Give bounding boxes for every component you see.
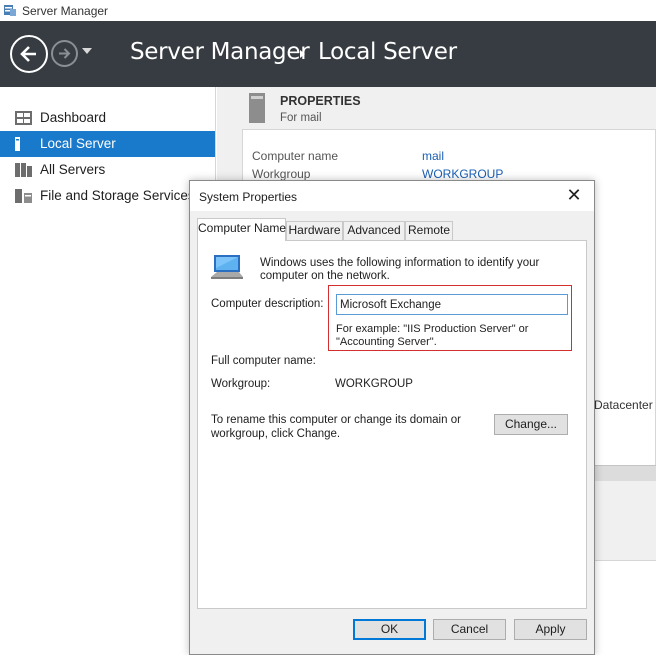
property-label: Computer name (252, 149, 339, 163)
sidebar-item-label: Dashboard (40, 110, 107, 125)
property-label: Workgroup (252, 167, 311, 181)
arrow-right-icon (59, 48, 71, 59)
workgroup-value: WORKGROUP (335, 378, 413, 390)
window-title: Server Manager (22, 4, 109, 18)
computer-description-input[interactable] (336, 294, 568, 315)
breadcrumb-server-manager[interactable]: Server Manager (130, 39, 310, 65)
lower-panel (594, 560, 656, 655)
sidebar-item-all-servers[interactable]: All Servers (0, 157, 215, 183)
sidebar-item-label: Local Server (40, 136, 116, 151)
full-computer-name-label: Full computer name: (211, 355, 316, 367)
sidebar-item-local-server[interactable]: Local Server (0, 131, 215, 157)
sidebar-item-dashboard[interactable]: Dashboard (0, 105, 215, 131)
section-divider (592, 465, 656, 481)
server-manager-icon (4, 5, 16, 16)
system-properties-dialog: System Properties ✕ Computer Name Hardwa… (189, 180, 595, 655)
back-button[interactable] (10, 35, 48, 73)
workgroup-label: Workgroup: (211, 378, 271, 390)
history-dropdown-icon[interactable] (82, 48, 92, 54)
properties-title: PROPERTIES (280, 94, 361, 108)
close-icon[interactable]: ✕ (564, 186, 584, 205)
tab-remote[interactable]: Remote (405, 221, 453, 240)
all-servers-icon (15, 163, 32, 177)
change-button[interactable]: Change... (494, 414, 568, 435)
rename-instructions: To rename this computer or change its do… (211, 414, 461, 440)
window-titlebar: Server Manager (0, 0, 656, 21)
cancel-button[interactable]: Cancel (433, 619, 506, 640)
description-label: Computer description: (211, 298, 324, 310)
example-text: For example: "IIS Production Server" or … (336, 323, 529, 348)
apply-button[interactable]: Apply (514, 619, 587, 640)
intro-text: Windows uses the following information t… (260, 257, 540, 282)
forward-button[interactable] (51, 40, 78, 67)
dialog-titlebar: System Properties ✕ (190, 181, 594, 211)
sidebar-item-label: All Servers (40, 162, 106, 177)
ok-button[interactable]: OK (353, 619, 426, 640)
tab-advanced[interactable]: Advanced (343, 221, 405, 240)
arrow-left-icon (20, 46, 36, 62)
dashboard-icon (15, 111, 32, 125)
tab-hardware[interactable]: Hardware (286, 221, 343, 240)
properties-subtitle: For mail (280, 112, 322, 124)
computer-network-icon (211, 255, 243, 279)
edition-text: Datacenter (594, 398, 653, 412)
property-value-link[interactable]: mail (422, 149, 444, 163)
tab-computer-name[interactable]: Computer Name (197, 218, 286, 241)
properties-tile-icon (249, 93, 265, 123)
local-server-icon (15, 137, 20, 151)
sidebar-item-label: File and Storage Services (40, 188, 195, 203)
file-storage-icon (15, 189, 32, 203)
sidebar-item-file-storage[interactable]: File and Storage Services (0, 183, 215, 209)
breadcrumb-separator-icon (300, 50, 305, 58)
dialog-title: System Properties (199, 190, 298, 204)
app-header: Server Manager Local Server (0, 21, 656, 87)
property-value-link[interactable]: WORKGROUP (422, 167, 503, 181)
breadcrumb-local-server: Local Server (318, 39, 457, 65)
